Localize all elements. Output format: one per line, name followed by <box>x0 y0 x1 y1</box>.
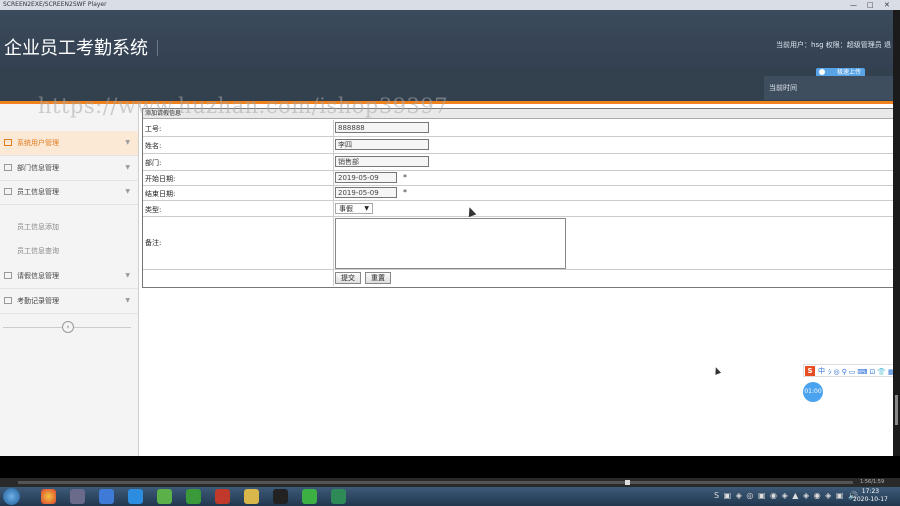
ime-language[interactable]: 中 <box>818 366 825 376</box>
upload-badge-label: 极速上传 <box>836 69 861 76</box>
start-date-input[interactable]: 2019-05-09 <box>335 172 397 183</box>
form-row-end-date: 结束日期: 2019-05-09 * <box>143 186 893 201</box>
sidebar-item-label: 系统用户管理 <box>17 139 59 147</box>
field-label: 工号: <box>145 125 162 133</box>
grid-icon <box>4 164 12 171</box>
employee-id-input[interactable]: 888888 <box>335 122 429 133</box>
system-tray-icons[interactable]: S ▣ ◈ ◎ ▣ ◉ ◈ ▲ ◈ ◉ ◈ ▣ 🔊 <box>714 491 859 500</box>
field-label: 姓名: <box>145 142 162 150</box>
side-scrollbar[interactable] <box>893 10 900 456</box>
app-header: 企业员工考勤系统 当前用户：hsg 权限：超级管理员 退 极速上传 当前时间 <box>0 10 893 104</box>
user-info: 当前用户：hsg 权限：超级管理员 退 <box>776 41 891 49</box>
pencil-icon <box>4 139 12 146</box>
chevron-down-icon: ▼ <box>125 272 130 279</box>
sidebar-item-employee[interactable]: 员工信息管理 ▼ <box>0 180 138 205</box>
cloud-drive-icon[interactable] <box>99 489 114 504</box>
chevron-down-icon: ▼ <box>125 139 130 146</box>
wechat-icon[interactable] <box>302 489 317 504</box>
minimize-button[interactable]: — <box>850 0 857 10</box>
maximize-button[interactable]: □ <box>867 0 874 10</box>
clock-time: 17:23 <box>861 488 880 495</box>
folder-icon[interactable] <box>244 489 259 504</box>
window-title: SCREEN2EXE/SCREEN2SWF Player <box>3 1 107 8</box>
sidebar-subitem-employee-query[interactable]: 员工信息查询 <box>0 239 138 263</box>
form-row-employee-id: 工号: 888888 <box>143 120 893 137</box>
chevron-down-icon: ▼ <box>125 164 130 171</box>
field-label: 开始日期: <box>145 175 176 183</box>
leave-type-value: 事假 <box>339 205 353 213</box>
submit-button[interactable]: 提交 <box>335 272 361 284</box>
form-row-type: 类型: 事假 ▼ <box>143 201 893 217</box>
scrollbar-thumb[interactable] <box>895 395 898 425</box>
sidebar-item-label: 部门信息管理 <box>17 164 59 172</box>
name-input[interactable]: 李四 <box>335 139 429 150</box>
form-row-start-date: 开始日期: 2019-05-09 * <box>143 171 893 186</box>
browser-icon[interactable] <box>128 489 143 504</box>
sidebar-item-system-users[interactable]: 系统用户管理 ▼ <box>0 131 138 156</box>
end-date-input[interactable]: 2019-05-09 <box>335 187 397 198</box>
close-button[interactable]: ✕ <box>884 0 890 10</box>
chevron-down-icon: ▼ <box>125 297 130 304</box>
sidebar-item-leave[interactable]: 请假信息管理 ▼ <box>0 264 138 289</box>
field-label: 结束日期: <box>145 190 176 198</box>
remarks-textarea[interactable] <box>335 218 566 269</box>
reset-button[interactable]: 重置 <box>365 272 391 284</box>
leave-type-select[interactable]: 事假 ▼ <box>335 203 373 214</box>
taskbar: S ▣ ◈ ◎ ▣ ◉ ◈ ▲ ◈ ◉ ◈ ▣ 🔊 17:23 2020-10-1… <box>0 487 900 506</box>
start-button-icon[interactable] <box>3 488 20 505</box>
monitor-icon <box>4 188 12 195</box>
sogou-logo-icon: S <box>805 366 815 376</box>
sidebar: 系统用户管理 ▼ 部门信息管理 ▼ 员工信息管理 ▼ 员工信息添加 员工信息查询 请假… <box>0 104 139 456</box>
current-time-label: 当前时间 <box>764 76 893 100</box>
chrome-icon[interactable] <box>41 489 56 504</box>
sidebar-item-label: 请假信息管理 <box>17 272 59 280</box>
playback-progress-knob[interactable] <box>625 480 630 485</box>
watermark-text: https://www.huzhan.com/ishop39397 <box>38 94 449 118</box>
dropdown-caret-icon: ▼ <box>364 205 369 212</box>
calendar-icon <box>4 297 12 304</box>
collapse-sidebar-button[interactable]: ‹ <box>62 321 74 333</box>
department-input[interactable]: 销售部 <box>335 156 429 167</box>
playback-time: 1:56/1:59 <box>860 479 885 485</box>
taskbar-clock[interactable]: 17:23 2020-10-17 <box>853 488 888 504</box>
recorder-timer[interactable]: 01:00 <box>803 382 823 402</box>
sidebar-subitem-employee-add[interactable]: 员工信息添加 <box>0 215 138 239</box>
sidebar-item-label: 员工信息管理 <box>17 188 59 196</box>
required-marker: * <box>403 188 407 197</box>
chevron-down-icon: ▼ <box>125 188 130 195</box>
qq-icon[interactable] <box>273 489 288 504</box>
grid-icon <box>4 272 12 279</box>
sidebar-item-department[interactable]: 部门信息管理 ▼ <box>0 156 138 181</box>
sidebar-item-label: 考勤记录管理 <box>17 297 59 305</box>
excel-icon[interactable] <box>186 489 201 504</box>
flash-icon[interactable] <box>215 489 230 504</box>
form-row-name: 姓名: 李四 <box>143 137 893 154</box>
leave-form: 添加请假信息 工号: 888888 姓名: 李四 部门: 销售部 开始日期: 2… <box>142 108 893 288</box>
form-row-department: 部门: 销售部 <box>143 154 893 171</box>
ime-toolbar[interactable]: S 中 ｼ◎⚲▭⌨⊡👕▦ <box>803 364 900 377</box>
required-marker: * <box>403 173 407 182</box>
form-row-actions: 提交 重置 <box>143 270 893 286</box>
field-label: 类型: <box>145 206 162 214</box>
app-window: 企业员工考勤系统 当前用户：hsg 权限：超级管理员 退 极速上传 当前时间 系… <box>0 10 893 456</box>
sidebar-subitem-label: 员工信息查询 <box>17 247 59 255</box>
field-label: 备注: <box>145 239 162 247</box>
app-icon[interactable] <box>70 489 85 504</box>
sidebar-item-attendance[interactable]: 考勤记录管理 ▼ <box>0 289 138 314</box>
field-label: 部门: <box>145 159 162 167</box>
recorder-icon[interactable] <box>331 489 346 504</box>
sidebar-subitem-label: 员工信息添加 <box>17 223 59 231</box>
window-titlebar: SCREEN2EXE/SCREEN2SWF Player — □ ✕ <box>0 0 900 10</box>
player-controls: 1:56/1:59 <box>0 478 900 487</box>
system-title: 企业员工考勤系统 <box>4 38 148 59</box>
clock-date: 2020-10-17 <box>853 496 888 503</box>
title-separator <box>157 40 158 56</box>
ime-tool-icons[interactable]: ｼ◎⚲▭⌨⊡👕▦ <box>828 367 897 377</box>
form-row-remarks: 备注: <box>143 217 893 270</box>
playback-progress-bar[interactable] <box>18 481 853 484</box>
app-icon[interactable] <box>157 489 172 504</box>
cloud-icon <box>819 69 825 75</box>
